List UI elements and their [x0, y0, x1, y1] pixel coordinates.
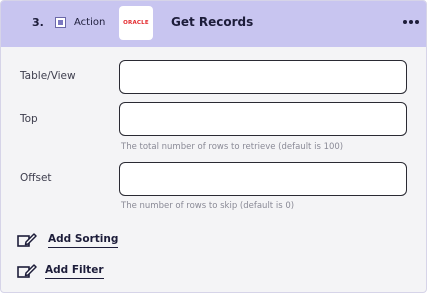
- top-input[interactable]: [119, 102, 407, 136]
- step-type-icon: [55, 17, 66, 28]
- top-label: Top: [20, 113, 38, 125]
- oracle-logo: ORACLE: [119, 6, 153, 40]
- table-view-label: Table/View: [20, 70, 76, 82]
- top-hint: The total number of rows to retrieve (de…: [121, 142, 344, 152]
- step-number: 3.: [32, 16, 44, 29]
- add-filter-button[interactable]: Add Filter: [17, 263, 104, 279]
- add-sorting-label: Add Sorting: [48, 233, 119, 248]
- edit-icon: [17, 264, 37, 278]
- card-header: 3. Action ORACLE Get Records: [1, 1, 426, 47]
- oracle-logo-text: ORACLE: [123, 20, 149, 26]
- offset-input[interactable]: [119, 162, 407, 196]
- step-title: Get Records: [171, 15, 254, 29]
- more-horizontal-icon[interactable]: [401, 13, 421, 31]
- action-card: 3. Action ORACLE Get Records Table/View …: [0, 0, 427, 293]
- table-view-input[interactable]: [119, 60, 407, 94]
- step-type-label: Action: [74, 17, 106, 28]
- add-filter-label: Add Filter: [45, 264, 104, 279]
- add-sorting-button[interactable]: Add Sorting: [17, 232, 119, 248]
- edit-icon: [17, 233, 37, 247]
- offset-label: Offset: [20, 172, 52, 184]
- offset-hint: The number of rows to skip (default is 0…: [121, 201, 295, 211]
